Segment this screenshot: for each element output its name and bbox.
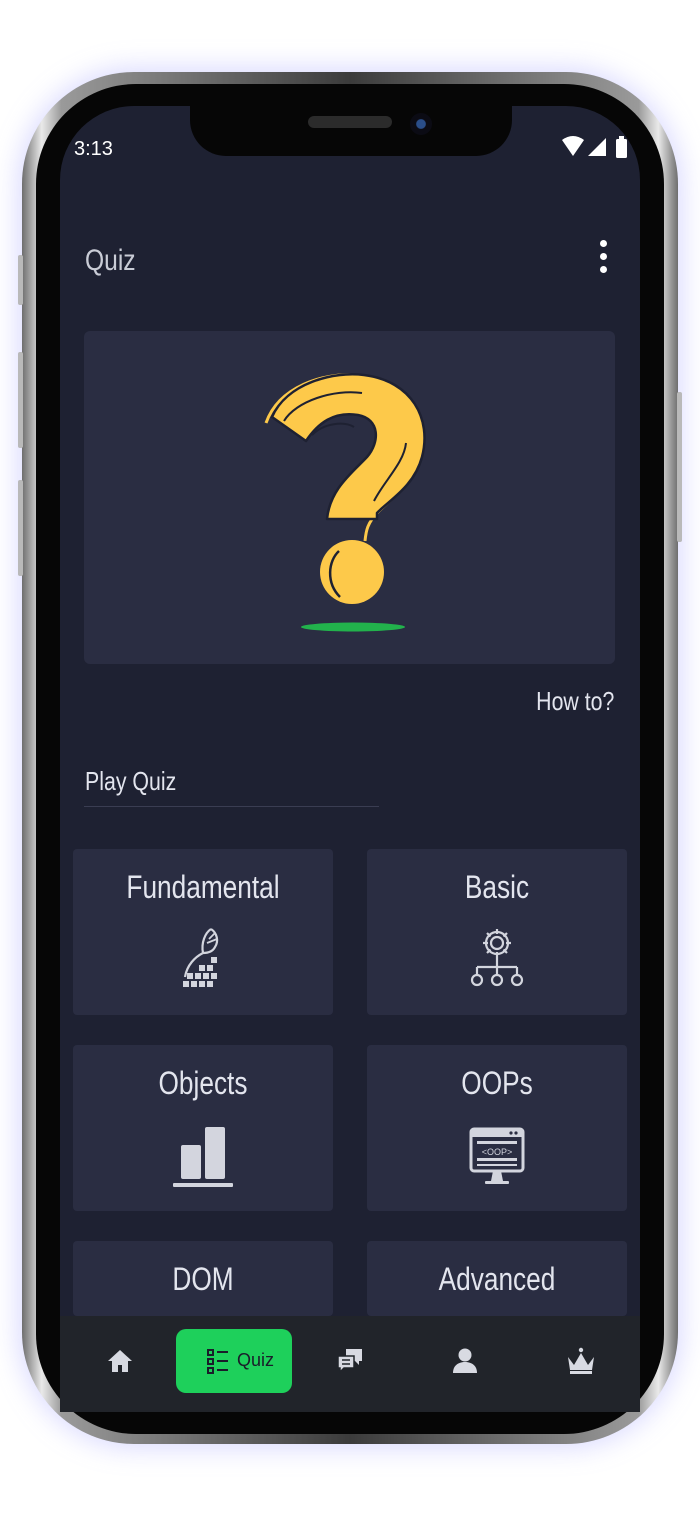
speaker [308, 116, 392, 128]
svg-text:<OOP>: <OOP> [482, 1147, 513, 1157]
page-title: Quiz [85, 244, 136, 277]
quiz-card-advanced[interactable]: Advanced [367, 1241, 627, 1316]
card-label: Fundamental [126, 869, 280, 905]
volume-down-button [18, 480, 23, 576]
section-title: Play Quiz [85, 766, 177, 796]
volume-up-button [18, 352, 23, 448]
card-label: Objects [158, 1065, 248, 1101]
nav-quiz-label: Quiz [237, 1350, 275, 1370]
quiz-card-objects[interactable]: Objects [73, 1045, 333, 1211]
nav-quiz-tab[interactable]: Quiz [176, 1329, 292, 1393]
home-icon[interactable] [104, 1345, 136, 1377]
how-to-link[interactable]: How to? [536, 686, 614, 717]
side-button [18, 255, 23, 305]
card-label: OOPs [461, 1065, 533, 1101]
card-label: DOM [172, 1261, 234, 1297]
power-button [677, 392, 682, 542]
quiz-card-oops[interactable]: OOPs <OOP> [367, 1045, 627, 1211]
gear-network-icon [470, 929, 524, 987]
quiz-list-icon [207, 1349, 228, 1374]
question-mark-illustration [264, 373, 426, 632]
more-vert-icon[interactable] [594, 240, 612, 278]
wifi-icon [562, 136, 584, 156]
hand-blocks-icon [183, 928, 219, 987]
person-icon[interactable] [449, 1345, 481, 1377]
front-camera [410, 113, 432, 135]
status-icons [562, 136, 627, 158]
notch [190, 106, 512, 156]
card-label: Advanced [438, 1261, 556, 1297]
status-time: 3:13 [74, 138, 113, 160]
bar-chart-icon [173, 1127, 233, 1187]
card-label: Basic [464, 869, 530, 905]
hero-banner [84, 331, 615, 664]
quiz-card-fundamental[interactable]: Fundamental [73, 849, 333, 1015]
crown-icon[interactable] [565, 1345, 597, 1377]
chat-icon[interactable] [334, 1345, 366, 1377]
oop-monitor-icon: <OOP> [469, 1127, 525, 1184]
section-underline [84, 806, 379, 807]
battery-icon [616, 136, 627, 158]
screen [60, 106, 640, 1412]
quiz-card-basic[interactable]: Basic [367, 849, 627, 1015]
signal-icon [588, 138, 606, 156]
quiz-card-dom[interactable]: DOM [73, 1241, 333, 1316]
